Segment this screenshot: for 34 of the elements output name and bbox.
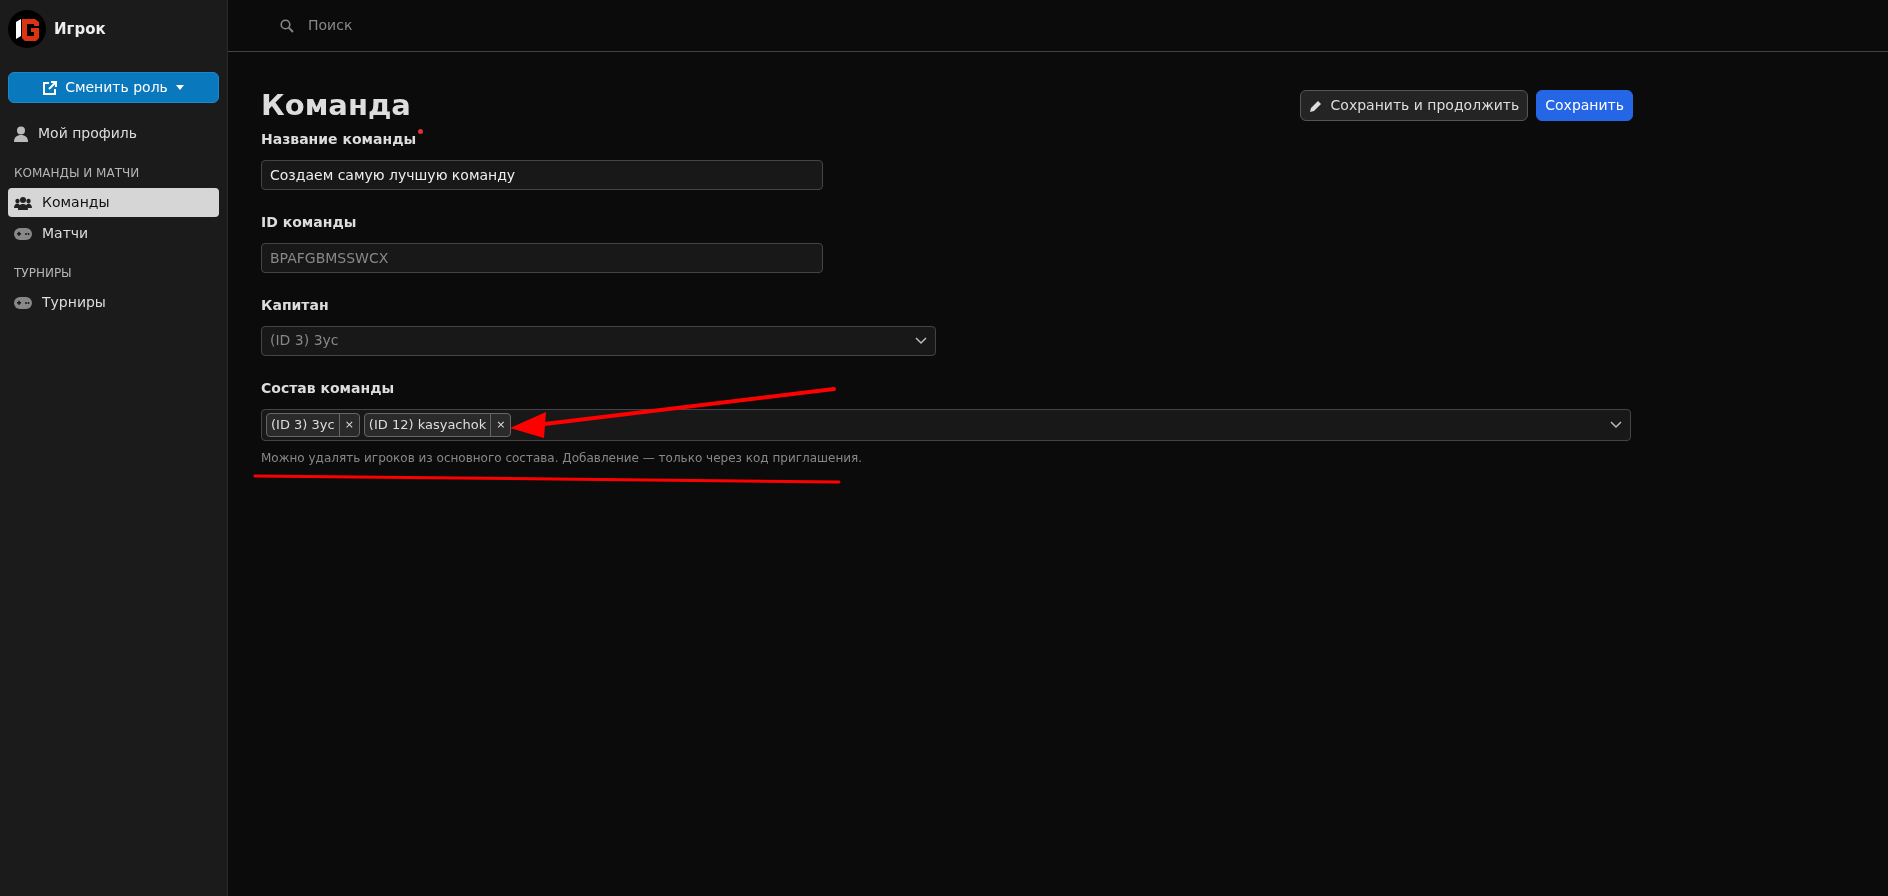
chevron-icon bbox=[1610, 420, 1622, 429]
field-label: Капитан bbox=[261, 295, 330, 315]
section-heading: ТУРНИРЫ bbox=[13, 265, 73, 282]
tag[interactable]: (ID 12) kasyachok × bbox=[363, 413, 512, 437]
save-button[interactable]: Сохранить bbox=[1536, 90, 1633, 121]
search-field[interactable]: Поиск bbox=[306, 14, 484, 37]
field-label: Название команды bbox=[261, 130, 417, 147]
caret-icon bbox=[175, 85, 184, 90]
gamepad-icon bbox=[14, 296, 32, 309]
chevron-icon bbox=[915, 336, 927, 345]
brand-name: Игрок bbox=[54, 18, 106, 40]
field-label: Состав команды bbox=[261, 378, 396, 398]
help-text: Можно удалять игроков из основного состава. Добавление — только через код приглашения. bbox=[261, 449, 864, 467]
pencil-icon bbox=[1308, 98, 1323, 113]
role-button[interactable]: Сменить роль bbox=[8, 72, 219, 103]
remove-tag-button[interactable]: × bbox=[490, 414, 511, 436]
remove-tag-button[interactable]: × bbox=[338, 414, 359, 436]
save-button[interactable]: Сохранить и продолжить bbox=[1299, 90, 1529, 121]
logo-icon bbox=[8, 10, 46, 48]
sidebar-item[interactable]: Мой профиль bbox=[8, 119, 219, 148]
multi-select-field[interactable]: (ID 3) 3ус × (ID 12) kasyachok × bbox=[261, 408, 1631, 441]
sidebar-item[interactable]: Команды bbox=[8, 188, 219, 217]
field-label: ID команды bbox=[261, 212, 358, 232]
sidebar-item[interactable]: Турниры bbox=[8, 288, 219, 317]
page-title: Команда bbox=[261, 88, 411, 123]
users-icon bbox=[14, 195, 32, 210]
external-link-icon bbox=[43, 80, 58, 95]
input-field[interactable]: Создаем самую лучшую команду bbox=[261, 159, 823, 190]
gamepad-icon bbox=[14, 227, 32, 240]
section-heading: КОМАНДЫ И МАТЧИ bbox=[13, 165, 141, 182]
tag[interactable]: (ID 3) 3ус × bbox=[266, 413, 360, 437]
user-icon bbox=[14, 125, 28, 142]
search-icon bbox=[280, 18, 294, 33]
sidebar-item[interactable]: Матчи bbox=[8, 219, 219, 248]
